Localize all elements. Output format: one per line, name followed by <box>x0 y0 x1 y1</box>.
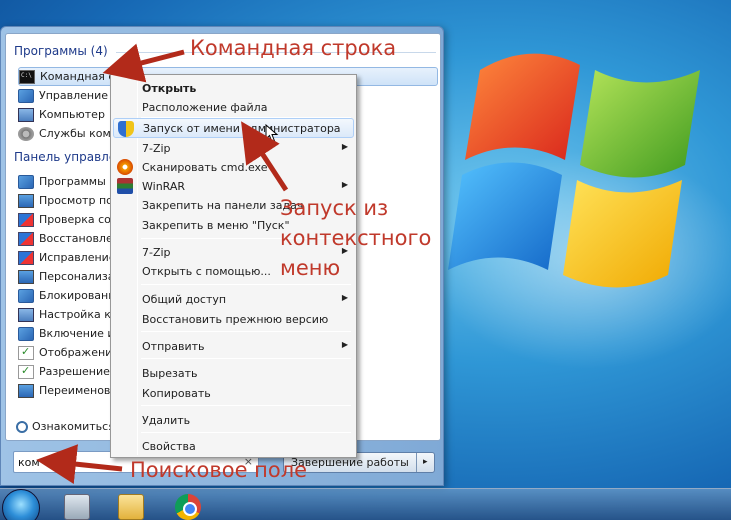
annotation-search: Поисковое поле <box>130 458 308 482</box>
taskbar <box>0 488 731 520</box>
ctx-separator <box>141 358 351 359</box>
cp-item-label: Переименова <box>39 384 118 397</box>
ctx-label: Общий доступ <box>142 292 227 306</box>
view-icon <box>18 193 34 208</box>
annotation-cmd: Командная строка <box>190 36 397 60</box>
chrome-icon[interactable] <box>175 494 201 520</box>
ctx-label: Открыть <box>142 81 197 95</box>
cp-item-label: Исправление <box>39 251 116 264</box>
services-icon <box>18 126 34 141</box>
settings-icon <box>18 307 34 322</box>
mouse-cursor-icon <box>265 124 279 143</box>
cmd-icon <box>19 69 35 84</box>
ctx-separator <box>141 284 351 285</box>
flag-icon <box>18 231 34 246</box>
ctx-label: Расположение файла <box>142 100 268 114</box>
ctx-label: Вырезать <box>142 366 198 380</box>
submenu-arrow-icon: ▶ <box>341 340 348 349</box>
ctx-label: Закрепить в меню "Пуск" <box>142 218 290 232</box>
ctx-run-as-admin[interactable]: Запуск от имени администратора <box>113 118 354 138</box>
check-icon <box>18 364 34 379</box>
scan-icon <box>117 159 133 175</box>
cp-item-label: Блокировани <box>39 289 116 302</box>
cp-item-label: Настройка ко <box>39 308 118 321</box>
shutdown-options-arrow-icon[interactable]: ▸ <box>415 453 434 472</box>
start-button[interactable] <box>2 489 40 520</box>
rename-icon <box>18 383 34 398</box>
submenu-arrow-icon: ▶ <box>341 180 348 189</box>
winrar-icon <box>117 178 133 194</box>
ctx-label: 7-Zip <box>142 141 171 155</box>
shield-icon <box>118 121 134 137</box>
ctx-separator <box>141 432 351 433</box>
ctx-label: Отправить <box>142 339 205 353</box>
flag-icon <box>18 212 34 227</box>
personalize-icon <box>18 269 34 284</box>
ctx-properties[interactable]: Свойства <box>113 436 354 456</box>
annotation-runas: Запуск из контекстного меню <box>280 193 431 283</box>
computer-icon <box>18 107 34 122</box>
ctx-separator <box>141 405 351 406</box>
ctx-7zip[interactable]: 7-Zip ▶ <box>113 138 354 158</box>
ctx-separator <box>141 331 351 332</box>
ctx-cut[interactable]: Вырезать <box>113 363 354 383</box>
explorer-folder-icon[interactable] <box>118 494 144 520</box>
see-more-results-link[interactable]: Ознакомиться с <box>16 420 124 433</box>
ctx-label: Удалить <box>142 413 191 427</box>
ctx-send-to[interactable]: Отправить ▶ <box>113 336 354 356</box>
annotation-runas-line: Запуск из <box>280 196 389 220</box>
cp-item-label: Разрешение у <box>39 365 120 378</box>
lock-icon <box>18 288 34 303</box>
ctx-label: Свойства <box>142 439 196 453</box>
submenu-arrow-icon: ▶ <box>341 142 348 151</box>
cp-item-label: Проверка сос <box>39 213 117 226</box>
ctx-delete[interactable]: Удалить <box>113 410 354 430</box>
ctx-label: Копировать <box>142 386 211 400</box>
ctx-copy[interactable]: Копировать <box>113 383 354 403</box>
program-item-label: Компьютер <box>39 108 105 121</box>
annotation-runas-line: меню <box>280 256 341 280</box>
program-item-label: Службы комг <box>39 127 117 140</box>
ctx-label: Сканировать cmd.exe <box>142 160 268 174</box>
calculator-icon[interactable] <box>64 494 90 520</box>
programs-icon <box>18 174 34 189</box>
flag-icon <box>18 250 34 265</box>
cp-item-label: Отображение <box>39 346 120 359</box>
display-icon <box>18 345 34 360</box>
magnifier-icon <box>16 420 28 433</box>
ctx-restore[interactable]: Восстановить прежнюю версию <box>113 309 354 329</box>
ctx-label: Восстановить прежнюю версию <box>142 312 329 326</box>
ctx-share[interactable]: Общий доступ ▶ <box>113 289 354 309</box>
ctx-label: Запуск от имени администратора <box>143 121 341 135</box>
cp-item-label: Просмотр пос <box>39 194 119 207</box>
control-panel-header[interactable]: Панель управле <box>14 150 116 164</box>
control-icon <box>18 88 34 103</box>
submenu-arrow-icon: ▶ <box>341 293 348 302</box>
programs-header[interactable]: Программы (4) <box>14 44 108 58</box>
cp-item-label: Восстановлен <box>39 232 120 245</box>
annotation-runas-line: контекстного <box>280 226 432 250</box>
ctx-label: Открыть с помощью... <box>142 264 271 278</box>
ctx-label: WinRAR <box>142 179 186 193</box>
ctx-open[interactable]: Открыть <box>113 78 354 98</box>
features-icon <box>18 326 34 341</box>
cp-item-label: Программы и <box>39 175 117 188</box>
ctx-scan[interactable]: Сканировать cmd.exe <box>113 157 354 177</box>
program-item-label: Управление к <box>39 89 119 102</box>
ctx-file-location[interactable]: Расположение файла <box>113 97 354 117</box>
ctx-label: 7-Zip <box>142 245 171 259</box>
windows-logo-icon <box>448 53 700 288</box>
